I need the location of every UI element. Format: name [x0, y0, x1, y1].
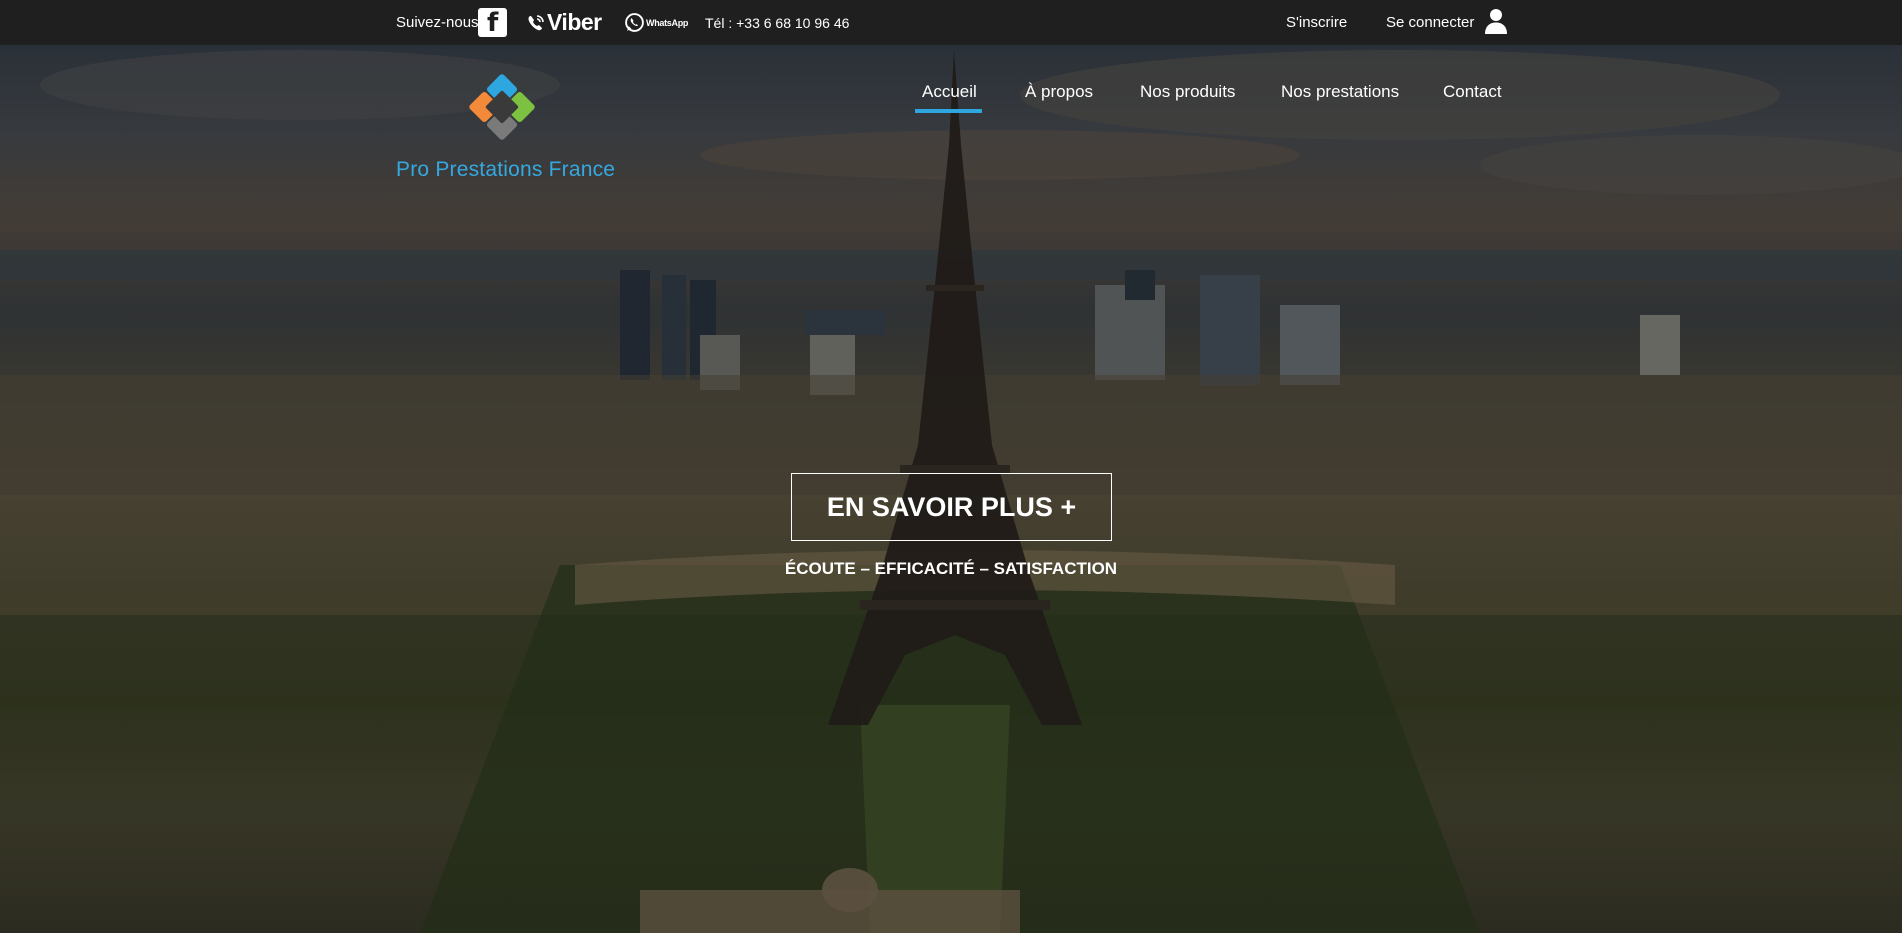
learn-more-button[interactable]: EN SAVOIR PLUS + — [791, 473, 1112, 541]
logo-text[interactable]: Pro Prestations France — [396, 158, 615, 182]
whatsapp-label: WhatsApp — [646, 17, 689, 28]
nav-active-indicator — [915, 109, 982, 113]
facebook-icon[interactable]: f — [478, 8, 507, 38]
login-link[interactable]: Se connecter — [1386, 0, 1474, 45]
top-bar: Suivez-nous f Viber WhatsApp Tél : +33 6… — [0, 0, 1902, 45]
nav-item-nos-produits[interactable]: Nos produits — [1140, 82, 1235, 102]
nav-item-accueil[interactable]: Accueil — [922, 82, 977, 102]
viber-icon — [528, 14, 544, 30]
phone-number: Tél : +33 6 68 10 96 46 — [705, 14, 850, 31]
facebook-glyph: f — [487, 8, 499, 38]
nav-item-nos-prestations[interactable]: Nos prestations — [1281, 82, 1399, 102]
follow-us-label: Suivez-nous — [396, 14, 479, 31]
nav-item-contact[interactable]: Contact — [1443, 82, 1502, 102]
hero-tagline: ÉCOUTE – EFFICACITÉ – SATISFACTION — [784, 559, 1118, 578]
signup-link[interactable]: S'inscrire — [1286, 0, 1347, 45]
logo-icon[interactable] — [452, 57, 552, 157]
viber-label: Viber — [547, 9, 602, 35]
hero-section: Pro Prestations France Accueil À propos … — [0, 45, 1902, 933]
user-icon[interactable] — [1484, 8, 1508, 34]
viber-link[interactable]: Viber — [526, 0, 602, 45]
whatsapp-icon — [625, 13, 644, 32]
nav-item-a-propos[interactable]: À propos — [1025, 82, 1093, 102]
whatsapp-link[interactable]: WhatsApp — [624, 0, 688, 45]
